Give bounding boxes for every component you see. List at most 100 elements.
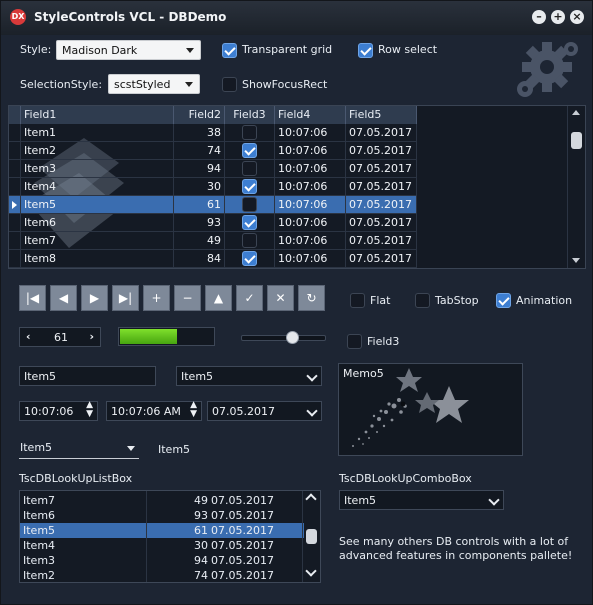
style-combo[interactable]: Madison Dark	[56, 40, 201, 60]
cell-field2[interactable]: 74	[174, 142, 225, 160]
list-item[interactable]: Item6 93 07.05.2017	[20, 508, 304, 523]
cell-field2[interactable]: 61	[174, 196, 225, 214]
cell-field5[interactable]: 07.05.2017	[346, 250, 417, 268]
field3-cell-checkbox[interactable]	[242, 143, 257, 158]
field3-cell-checkbox[interactable]	[242, 215, 257, 230]
cell-field5[interactable]: 07.05.2017	[346, 124, 417, 142]
list-item[interactable]: Item4 30 07.05.2017	[20, 538, 304, 553]
cell-field5[interactable]: 07.05.2017	[346, 196, 417, 214]
row-indicator[interactable]	[9, 124, 21, 142]
cell-field3[interactable]	[225, 124, 275, 142]
flat-combo[interactable]: Item5	[19, 438, 139, 459]
cell-field1[interactable]: Item4	[21, 178, 174, 196]
show-focus-rect-checkbox[interactable]	[222, 77, 237, 92]
db-memo[interactable]: Memo5	[338, 363, 523, 456]
slider-track[interactable]	[241, 331, 326, 344]
cell-field5[interactable]: 07.05.2017	[346, 178, 417, 196]
list-item[interactable]: Item7 49 07.05.2017	[20, 493, 304, 508]
maximize-icon[interactable]: +	[551, 10, 565, 24]
field3-cell-checkbox[interactable]	[242, 197, 257, 212]
spin-updown-icon[interactable]: ▲ ▼	[190, 401, 197, 419]
nav-refresh-button[interactable]: ↻	[298, 285, 325, 311]
field3-cell-checkbox[interactable]	[242, 233, 257, 248]
lookup-combobox[interactable]: Item5	[339, 490, 504, 510]
scroll-down-icon[interactable]	[572, 258, 580, 263]
table-row[interactable]: Item3 94 10:07:06 07.05.2017	[9, 160, 417, 178]
nav-post-button[interactable]: ✓	[236, 285, 263, 311]
db-edit[interactable]: Item5	[19, 366, 156, 386]
field3-cell-checkbox[interactable]	[242, 125, 257, 140]
transparent-grid-checkbox[interactable]	[222, 43, 237, 58]
cell-field5[interactable]: 07.05.2017	[346, 160, 417, 178]
nav-first-button[interactable]: |◀	[19, 285, 46, 311]
cell-field1[interactable]: Item7	[21, 232, 174, 250]
row-indicator[interactable]	[9, 196, 21, 214]
table-row[interactable]: Item5 61 10:07:06 07.05.2017	[9, 196, 417, 214]
row-indicator[interactable]	[9, 160, 21, 178]
table-row[interactable]: Item8 84 10:07:06 07.05.2017	[9, 250, 417, 268]
list-item[interactable]: Item5 61 07.05.2017	[20, 523, 304, 538]
field3-checkbox[interactable]	[347, 334, 362, 349]
datetime-edit[interactable]: 10:07:06 AM ▲ ▼	[106, 401, 202, 421]
grid-scroll-thumb[interactable]	[571, 132, 582, 149]
grid-header-field5[interactable]: Field5	[346, 106, 417, 124]
grid-header-field1[interactable]: Field1	[21, 106, 174, 124]
date-edit[interactable]: 07.05.2017	[207, 401, 322, 421]
chevron-down-icon[interactable]	[488, 494, 500, 506]
slider-thumb[interactable]	[286, 331, 299, 344]
nav-last-button[interactable]: ▶|	[112, 285, 139, 311]
spin-edit[interactable]: ‹ 61 ›	[19, 327, 101, 347]
cell-field1[interactable]: Item1	[21, 124, 174, 142]
cell-field2[interactable]: 30	[174, 178, 225, 196]
grid-header-field2[interactable]: Field2	[174, 106, 225, 124]
row-indicator[interactable]	[9, 142, 21, 160]
grid-header-field3[interactable]: Field3	[225, 106, 275, 124]
cell-field1[interactable]: Item6	[21, 214, 174, 232]
field3-cell-checkbox[interactable]	[242, 179, 257, 194]
cell-field3[interactable]	[225, 250, 275, 268]
db-combo[interactable]: Item5	[176, 366, 322, 386]
row-indicator[interactable]	[9, 214, 21, 232]
chevron-down-icon[interactable]	[305, 565, 317, 577]
close-icon[interactable]: ×	[570, 10, 584, 24]
cell-field4[interactable]: 10:07:06	[275, 142, 346, 160]
tabstop-checkbox[interactable]	[415, 293, 430, 308]
nav-cancel-button[interactable]: ✕	[267, 285, 294, 311]
selection-style-combo[interactable]: scstStyled	[108, 74, 200, 94]
cell-field3[interactable]	[225, 160, 275, 178]
flat-checkbox[interactable]	[350, 293, 365, 308]
cell-field3[interactable]	[225, 178, 275, 196]
chevron-down-icon[interactable]	[306, 370, 318, 382]
nav-delete-button[interactable]: −	[174, 285, 201, 311]
cell-field2[interactable]: 94	[174, 160, 225, 178]
db-grid[interactable]: Field1 Field2 Field3 Field4 Field5 Item1…	[8, 105, 586, 269]
listbox-scroll-thumb[interactable]	[306, 529, 317, 544]
table-row[interactable]: Item7 49 10:07:06 07.05.2017	[9, 232, 417, 250]
field3-cell-checkbox[interactable]	[242, 251, 257, 266]
cell-field2[interactable]: 38	[174, 124, 225, 142]
nav-insert-button[interactable]: +	[143, 285, 170, 311]
field3-cell-checkbox[interactable]	[242, 161, 257, 176]
cell-field4[interactable]: 10:07:06	[275, 250, 346, 268]
grid-header-field4[interactable]: Field4	[275, 106, 346, 124]
cell-field5[interactable]: 07.05.2017	[346, 214, 417, 232]
grid-vertical-scrollbar[interactable]	[567, 106, 585, 268]
cell-field1[interactable]: Item3	[21, 160, 174, 178]
time-edit[interactable]: 10:07:06 ▲ ▼	[19, 401, 98, 421]
lookup-listbox[interactable]: Item7 49 07.05.2017 Item6 93 07.05.2017 Item5 6…	[19, 490, 321, 583]
animation-checkbox[interactable]	[496, 293, 511, 308]
cell-field5[interactable]: 07.05.2017	[346, 232, 417, 250]
row-indicator[interactable]	[9, 250, 21, 268]
cell-field1[interactable]: Item8	[21, 250, 174, 268]
table-row[interactable]: Item6 93 10:07:06 07.05.2017	[9, 214, 417, 232]
cell-field4[interactable]: 10:07:06	[275, 214, 346, 232]
nav-edit-button[interactable]: ▲	[205, 285, 232, 311]
cell-field4[interactable]: 10:07:06	[275, 160, 346, 178]
chevron-right-icon[interactable]: ›	[89, 330, 94, 343]
cell-field4[interactable]: 10:07:06	[275, 196, 346, 214]
cell-field3[interactable]	[225, 214, 275, 232]
cell-field3[interactable]	[225, 142, 275, 160]
row-indicator[interactable]	[9, 178, 21, 196]
chevron-down-icon[interactable]	[306, 405, 318, 417]
cell-field4[interactable]: 10:07:06	[275, 178, 346, 196]
